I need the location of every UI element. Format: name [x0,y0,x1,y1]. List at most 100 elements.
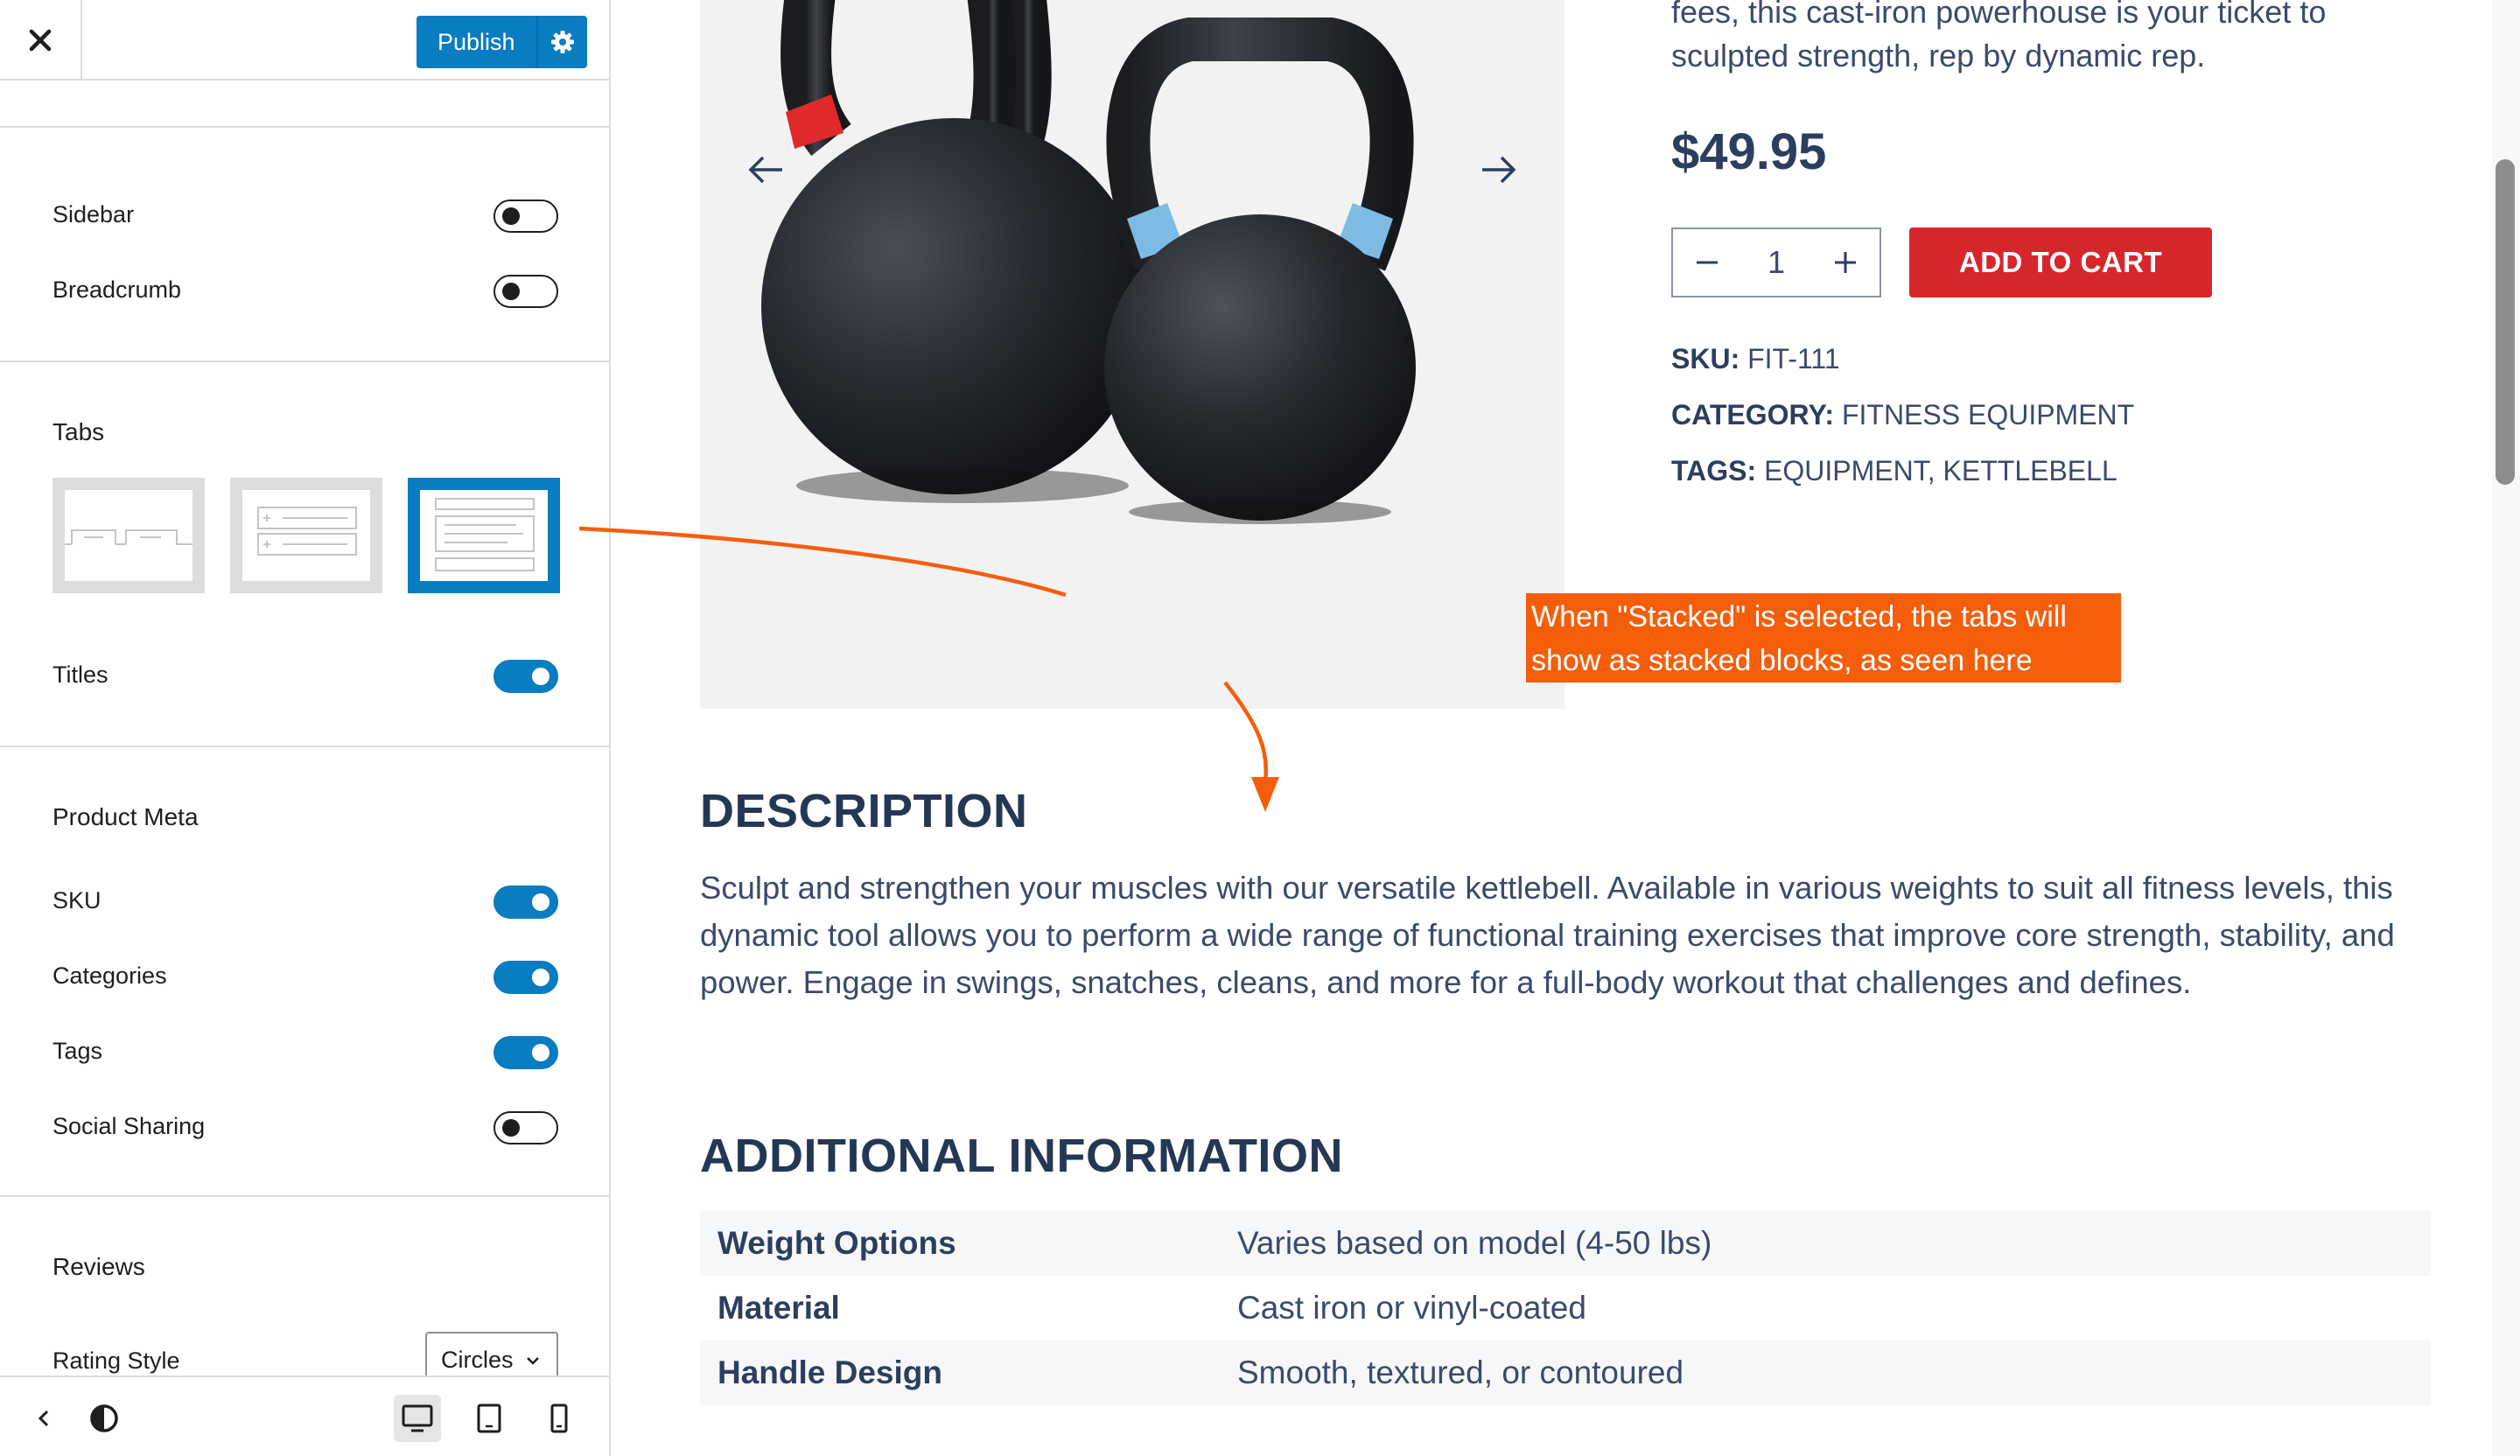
arrow-right-icon [1482,156,1516,184]
tabs-stacked-icon [435,498,535,571]
mobile-preview-button[interactable] [536,1395,583,1442]
tabs-horizontal-icon [65,529,192,545]
attribute-name: Weight Options [700,1211,1220,1276]
toggle-knob [502,1119,520,1137]
layout-preview [420,490,548,581]
publish-settings-button[interactable] [536,16,587,68]
tags-toggle-label: Tags [52,1038,103,1064]
annotation-callout: When "Stacked" is selected, the tabs wil… [1526,593,2121,682]
desktop-preview-button[interactable] [394,1395,441,1442]
section-divider [0,746,609,747]
tags-toggle[interactable] [494,1036,558,1069]
layout-preview [242,490,370,581]
tags-label: TAGS: [1671,455,1757,486]
sku-toggle-label: SKU [52,887,102,914]
back-arrow-icon [38,1410,49,1427]
sku-value: FIT-111 [1747,343,1840,374]
tabs-layout-horizontal[interactable] [52,478,205,593]
tablet-icon [477,1404,501,1433]
arrow-left-icon [748,156,782,184]
quantity-input[interactable] [1741,236,1811,289]
contrast-icon [90,1404,118,1432]
toggle-knob [532,969,550,986]
close-icon [29,29,52,52]
toggle-knob [532,1044,550,1061]
annotation-line: When "Stacked" is selected, the tabs wil… [1531,600,2067,634]
rating-style-label: Rating Style [52,1348,180,1374]
reviews-section-title: Reviews [52,1253,145,1280]
add-to-cart-button[interactable]: ADD TO CART [1909,228,2212,298]
site-preview: fees, this cast-iron powerhouse is your … [611,0,2520,1456]
categories-toggle-label: Categories [52,962,167,989]
attribute-value: Cast iron or vinyl-coated [1237,1290,1586,1326]
table-row: Weight Options Varies based on model (4-… [700,1211,2431,1276]
social-sharing-toggle-label: Social Sharing [52,1113,206,1139]
back-button[interactable] [21,1395,68,1442]
rating-style-value: Circles [441,1346,514,1373]
category-link[interactable]: FITNESS EQUIPMENT [1842,399,2134,430]
customizer-app: Publish Sidebar Breadcrumb Tabs Titles P… [0,0,2520,1456]
short-description-line: fees, this cast-iron powerhouse is your … [1671,0,2327,30]
contrast-toggle-button[interactable] [80,1395,128,1442]
toggle-knob [502,283,520,300]
tabs-layout-stacked[interactable] [408,478,560,593]
toggle-knob [502,207,520,225]
tabs-section-title: Tabs [52,418,105,445]
close-customizer-button[interactable] [0,0,82,80]
publish-button-group: Publish [416,16,587,68]
section-divider [0,126,609,128]
social-sharing-toggle[interactable] [494,1111,558,1144]
sku-label: SKU: [1671,343,1740,374]
titles-toggle-label: Titles [52,662,108,688]
preview-scrollbar-thumb[interactable] [2496,159,2515,485]
product-category: CATEGORY: FITNESS EQUIPMENT [1671,399,2134,431]
desktop-icon [402,1404,433,1432]
gallery-next-button[interactable] [1474,145,1522,194]
product-meta-section-title: Product Meta [52,803,199,830]
description-text: Sculpt and strengthen your muscles with … [700,870,2395,1000]
mobile-icon [550,1404,568,1433]
toggle-knob [532,668,550,685]
additional-info-heading: ADDITIONAL INFORMATION [700,1130,1343,1182]
plus-icon [1835,252,1856,273]
product-gallery [700,0,1564,709]
customizer-sidebar: Publish Sidebar Breadcrumb Tabs Titles P… [0,0,611,1456]
attribute-name: Material [718,1290,840,1326]
section-divider [0,360,609,362]
short-description-line: sculpted strength, rep by dynamic rep. [1671,38,2206,74]
product-price: $49.95 [1671,123,1827,180]
gallery-prev-button[interactable] [742,145,791,194]
attribute-value: Smooth, textured, or contoured [1220,1340,2431,1405]
sidebar-toggle-label: Sidebar [52,201,135,228]
attribute-name: Handle Design [700,1340,1220,1405]
tags-links[interactable]: EQUIPMENT, KETTLEBELL [1764,455,2118,486]
sku-toggle[interactable] [494,886,558,919]
tablet-preview-button[interactable] [466,1395,513,1442]
customizer-footer [0,1376,609,1456]
publish-button[interactable]: Publish [416,16,536,68]
gear-icon [550,31,574,53]
quantity-decrease-button[interactable] [1673,229,1741,296]
additional-info-table: Weight Options Varies based on model (4-… [700,1211,2431,1405]
sidebar-toggle[interactable] [494,200,558,233]
chevron-down-icon [527,1357,539,1365]
section-divider [0,1195,609,1197]
titles-toggle[interactable] [494,660,558,693]
product-sku: SKU: FIT-111 [1671,343,1840,375]
category-label: CATEGORY: [1671,399,1835,430]
annotation-line: show as stacked blocks, as seen here [1531,644,2033,677]
quantity-stepper [1671,228,1881,298]
breadcrumb-toggle[interactable] [494,275,558,308]
tabs-layout-accordion[interactable] [230,478,382,593]
layout-preview [65,490,192,581]
quantity-increase-button[interactable] [1811,229,1880,296]
categories-toggle[interactable] [494,961,558,994]
product-tags: TAGS: EQUIPMENT, KETTLEBELL [1671,455,2118,487]
attribute-value: Varies based on model (4-50 lbs) [1220,1211,2431,1276]
customizer-header: Publish [0,0,609,80]
table-row: Handle Design Smooth, textured, or conto… [700,1340,2431,1405]
kettlebell-product-image [761,0,1416,524]
toggle-knob [532,893,550,911]
description-heading: DESCRIPTION [700,785,1028,837]
breadcrumb-toggle-label: Breadcrumb [52,276,182,303]
